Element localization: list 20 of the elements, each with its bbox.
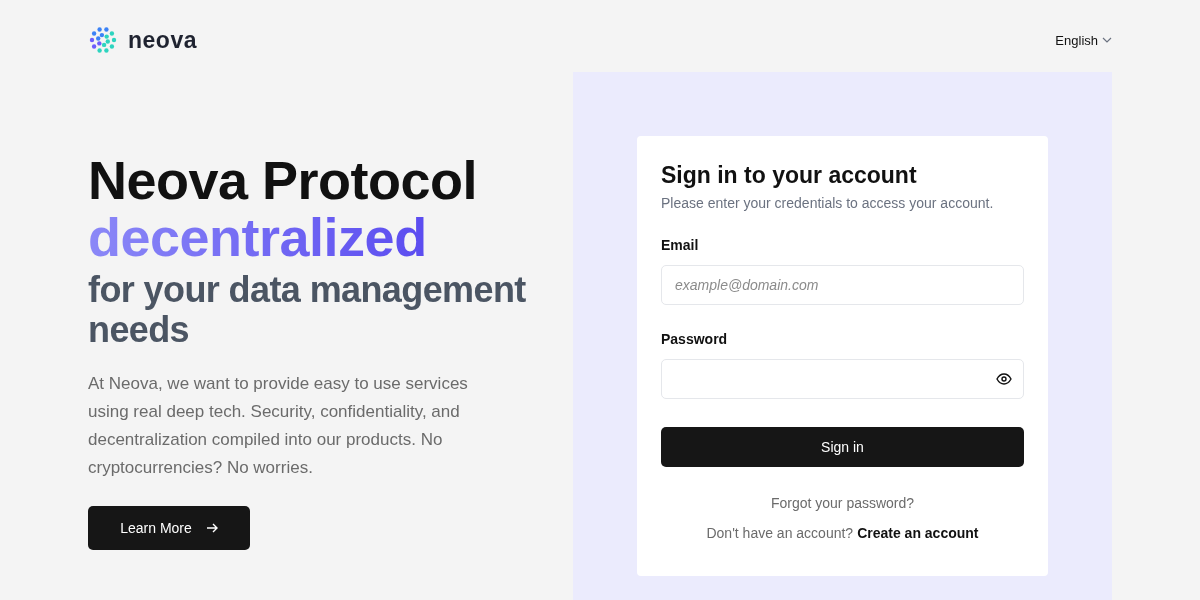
email-field[interactable]: example@domain.com [661, 265, 1024, 305]
hero-subtitle: for your data management needs [88, 270, 527, 350]
forgot-password-link[interactable]: Forgot your password? [770, 495, 915, 511]
language-selector[interactable]: English [1055, 32, 1112, 48]
eye-icon[interactable] [996, 373, 1012, 385]
password-field[interactable] [661, 359, 1024, 399]
learn-more-button[interactable]: Learn More [88, 506, 250, 550]
brand-name: neova [128, 26, 197, 54]
signup-prompt: Don't have an account? [706, 525, 854, 541]
chevron-down-icon [1102, 37, 1112, 43]
hero-description: At Neova, we want to provide easy to use services using real deep tech. Security, confidentiality, and decentralization compiled into our products. No cryptocurrencies? No worries. [88, 373, 469, 479]
logo-icon [88, 25, 118, 55]
sign-in-button[interactable]: Sign in [661, 427, 1024, 467]
create-account-link[interactable]: Create an account [857, 525, 979, 541]
field-label: Email [661, 237, 700, 253]
hero-title: Neova Protocol [88, 152, 479, 209]
signin-subtitle: Please enter your credentials to access your account. [661, 195, 995, 211]
arrow-right-icon [205, 522, 218, 534]
field-label: Password [661, 331, 729, 347]
signin-title: Sign in to your account [661, 162, 918, 189]
